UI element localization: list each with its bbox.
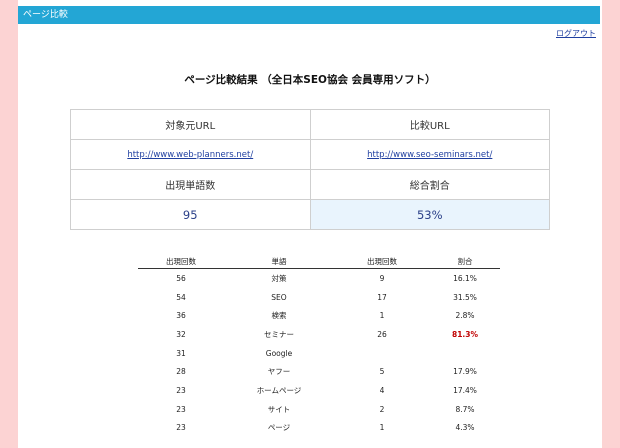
word-cell: Google [265,348,293,358]
source-url-cell: http://www.web-planners.net/ [70,139,311,170]
count-source-cell: 54 [176,292,186,302]
table-row: 36 検索 1 2.8% [138,306,500,325]
ratio-cell: 16.1% [453,273,477,283]
count-source-cell: 23 [176,423,186,433]
ratio-cell: 4.3% [455,423,475,433]
table-row: 23 ページ 1 4.3% [138,419,500,438]
count-compare-cell: 17 [377,292,387,302]
count-compare-cell: 5 [379,367,385,377]
count-source-cell: 56 [176,273,186,283]
header-count-source: 出現回数 [138,254,224,269]
table-row: 32 セミナー 26 81.3% [138,325,500,344]
count-compare-cell: 2 [379,404,385,414]
word-cell: ページ [267,423,291,433]
word-table-body: 56 対策 9 16.1% 54 SEO 17 31.5% 36 検索 1 2.8% 32 セミナー 26 8… [138,269,500,438]
count-compare-cell: 26 [377,329,387,339]
total-ratio-value: 53% [309,199,550,230]
ratio-cell: 17.4% [453,385,477,395]
ratio-cell: 31.5% [453,292,477,302]
header-title: ページ比較 [23,10,68,20]
word-cell: サイト [267,404,291,414]
table-row: 56 対策 9 16.1% [138,269,500,288]
logout-link[interactable]: ログアウト [556,28,596,39]
word-count-value: 95 [70,199,311,230]
ratio-cell [430,344,500,363]
compare-url-cell: http://www.seo-seminars.net/ [309,139,550,170]
page-container: ページ比較 ログアウト ページ比較結果 （全日本SEO協会 会員専用ソフト） 対… [18,0,602,448]
count-source-cell: 23 [176,385,186,395]
word-cell: 検索 [271,311,287,321]
count-compare-cell: 9 [379,273,385,283]
count-source-cell: 23 [176,404,186,414]
word-count-label: 出現単語数 [70,169,311,200]
ratio-cell: 8.7% [455,404,475,414]
word-cell: 対策 [271,273,287,283]
total-ratio-label: 総合割合 [309,169,550,200]
header-ratio: 割合 [430,254,500,269]
header-bar: ページ比較 [18,6,600,24]
table-row: 28 ヤフー 5 17.9% [138,362,500,381]
word-cell: SEO [271,292,287,302]
count-compare-cell: 1 [379,311,385,321]
word-table-header: 出現回数 単語 出現回数 割合 [138,254,500,269]
count-compare-cell: 1 [379,423,385,433]
ratio-cell: 81.3% [451,329,479,339]
word-cell: ヤフー [267,367,291,377]
ratio-cell: 2.8% [455,311,475,321]
table-row: 54 SEO 17 31.5% [138,288,500,307]
ratio-cell: 17.9% [453,367,477,377]
count-source-cell: 31 [176,348,186,358]
comparison-table: 対象元URL 比較URL http://www.web-planners.net… [70,109,550,230]
count-compare-cell: 4 [379,385,385,395]
source-url-label: 対象元URL [70,109,311,140]
table-row: 23 サイト 2 8.7% [138,400,500,419]
table-row: 23 ホームページ 4 17.4% [138,381,500,400]
header-count-compare: 出現回数 [334,254,430,269]
compare-url-link[interactable]: http://www.seo-seminars.net/ [367,150,492,160]
compare-url-label: 比較URL [309,109,550,140]
word-cell: セミナー [264,329,294,339]
count-source-cell: 28 [176,367,186,377]
word-frequency-table: 出現回数 単語 出現回数 割合 56 対策 9 16.1% 54 SEO 17 31.5% 36… [138,254,500,437]
word-cell: ホームページ [256,385,302,395]
result-title: ページ比較結果 （全日本SEO協会 会員専用ソフト） [184,74,436,86]
table-row: 31 Google [138,344,500,363]
source-url-link[interactable]: http://www.web-planners.net/ [127,150,253,160]
header-word: 単語 [224,254,334,269]
count-source-cell: 32 [176,329,186,339]
count-compare-cell [334,344,430,363]
count-source-cell: 36 [176,311,186,321]
